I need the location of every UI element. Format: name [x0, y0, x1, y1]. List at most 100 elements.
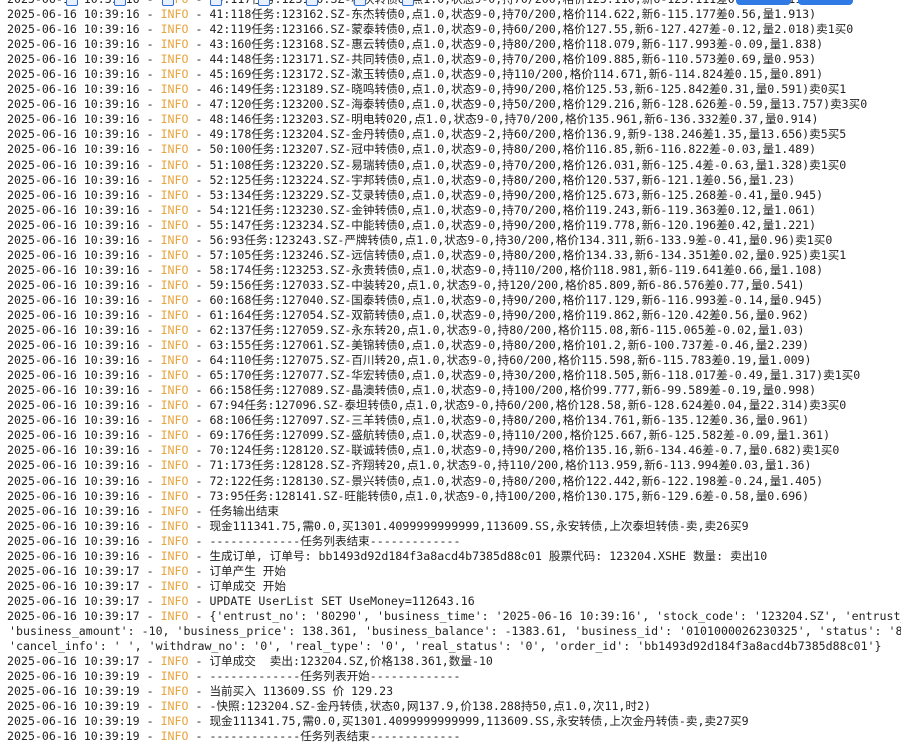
- log-line: 2025-06-16 10:39:17 - INFO - 订单成交 卖出:123…: [7, 654, 493, 669]
- log-level: INFO: [161, 0, 189, 6]
- log-continuation: 'cancel_info': ' ', 'withdraw_no': '0', …: [9, 639, 882, 654]
- log-timestamp: 2025-06-16 10:39:16: [7, 458, 140, 473]
- log-line: 2025-06-16 10:39:16 - INFO - 49:178任务:12…: [7, 127, 847, 142]
- log-level: INFO: [160, 593, 189, 608]
- log-line: 2025-06-16 10:39:16 - INFO - 54:121任务:12…: [7, 202, 817, 217]
- log-message: -------------任务列表结束-------------: [209, 533, 461, 548]
- log-level: INFO: [160, 383, 189, 398]
- log-line: 2025-06-16 10:39:16 - INFO - 61:164任务:12…: [7, 307, 810, 322]
- log-timestamp: 2025-06-16 10:39:16: [7, 127, 140, 142]
- log-timestamp: 2025-06-16 10:39:16: [7, 112, 140, 127]
- log-timestamp: 2025-06-16 10:39:16: [7, 518, 140, 533]
- log-level: INFO: [160, 518, 189, 533]
- log-timestamp: 2025-06-16 10:39:16: [7, 383, 140, 398]
- log-level: INFO: [160, 22, 189, 37]
- log-line: 2025-06-16 10:39:16 - INFO - 68:106任务:12…: [7, 413, 810, 428]
- log-timestamp: 2025-06-16 10:39:16: [7, 187, 140, 202]
- log-message: 47:120任务:123200.SZ-海泰转债0,点1.0,状态9-0,持50/…: [209, 97, 868, 112]
- log-line: 2025-06-16 10:39:16 - INFO - 59:156任务:12…: [7, 277, 805, 292]
- log-level: INFO: [160, 563, 189, 578]
- log-timestamp: 2025-06-16 10:39:16: [7, 548, 140, 563]
- log-message: 现金111341.75,需0.0,买1301.4099999999999,113…: [209, 518, 749, 533]
- log-timestamp: 2025-06-16 10:39:16: [7, 157, 140, 172]
- log-level: INFO: [160, 112, 189, 127]
- log-level: INFO: [160, 82, 189, 97]
- log-level: INFO: [160, 187, 189, 202]
- log-line: 2025-06-16 10:39:16 - INFO - 42:119任务:12…: [7, 22, 854, 37]
- log-line: 2025-06-16 10:39:16 - INFO - 63:155任务:12…: [7, 338, 810, 353]
- log-message: 42:119任务:123166.SZ-蒙泰转债0,点1.0,状态9-0,持60/…: [209, 22, 854, 37]
- log-message: 41:118任务:123162.SZ-东杰转债0,点1.0,状态9-0,持70/…: [209, 7, 817, 22]
- log-line: 2025-06-16 10:39:16 - INFO - 53:134任务:12…: [7, 187, 824, 202]
- log-level: INFO: [160, 202, 189, 217]
- log-message: 44:148任务:123171.SZ-共同转债0,点1.0,状态9-0,持70/…: [209, 52, 817, 67]
- log-level: INFO: [160, 473, 189, 488]
- log-continuation: 'business_amount': -10, 'business_price'…: [9, 623, 901, 638]
- log-timestamp: 2025-06-16 10:39:16: [7, 232, 140, 247]
- log-level: INFO: [160, 323, 189, 338]
- log-level: INFO: [160, 503, 189, 518]
- log-line: 2025-06-16 10:39:16 - INFO - 50:100任务:12…: [7, 142, 817, 157]
- log-line: 2025-06-16 10:39:16 - INFO - 46:149任务:12…: [7, 82, 847, 97]
- log-level: INFO: [160, 172, 189, 187]
- log-level: INFO: [160, 654, 189, 669]
- log-message: 46:149任务:123189.SZ-晓鸣转债0,点1.0,状态9-0,持90/…: [209, 82, 847, 97]
- log-level: INFO: [160, 458, 189, 473]
- log-line: 2025-06-16 10:39:16 - INFO - 现金111341.75…: [7, 518, 749, 533]
- log-line: 2025-06-16 10:39:16 - INFO - 47:120任务:12…: [7, 97, 868, 112]
- log-message: 67:94任务:127096.SZ-泰坦转债0,点1.0,状态9-0,持60/2…: [209, 398, 847, 413]
- log-line: 2025-06-16 10:39:16 - INFO - 67:94任务:127…: [7, 398, 847, 413]
- log-message: 58:174任务:123253.SZ-永贵转债0,点1.0,状态9-0,持110…: [209, 262, 824, 277]
- log-timestamp: 2025-06-16 10:39:19: [7, 699, 140, 714]
- log-level: INFO: [160, 157, 189, 172]
- log-line: 2025-06-16 10:39:17 - INFO - {'entrust_n…: [0, 609, 901, 624]
- log-level: INFO: [160, 413, 189, 428]
- log-line: 2025-06-16 10:39:16 - INFO - -----------…: [7, 533, 461, 548]
- log-timestamp: 2025-06-16 10:39:16: [7, 398, 140, 413]
- log-level: INFO: [160, 142, 189, 157]
- log-line: 2025-06-16 10:39:16 - INFO - 65:170任务:12…: [7, 368, 861, 383]
- log-output: 2025-06-16 10:39:16 - INFO - 40:117任务:12…: [0, 0, 901, 744]
- log-line: 2025-06-16 10:39:16 - INFO - 60:168任务:12…: [7, 292, 824, 307]
- log-message: 48:146任务:123203.SZ-明电转020,点1.0,状态9-0,持70…: [209, 112, 819, 127]
- log-level: INFO: [160, 97, 189, 112]
- log-timestamp: 2025-06-16 10:39:16: [7, 22, 140, 37]
- log-message: 54:121任务:123230.SZ-金钟转债0,点1.0,状态9-0,持70/…: [209, 202, 817, 217]
- log-message: 73:95任务:128141.SZ-旺能转债0,点1.0,状态9-0,持100/…: [209, 488, 810, 503]
- log-message: -快照:123204.SZ-金丹转债,状态0,网137.9,价138.288持5…: [209, 699, 651, 714]
- log-message: 60:168任务:127040.SZ-国泰转债0,点1.0,状态9-0,持90/…: [209, 292, 824, 307]
- log-line: 2025-06-16 10:39:16 - INFO - 52:125任务:12…: [7, 172, 796, 187]
- log-timestamp: 2025-06-16 10:39:16: [7, 428, 140, 443]
- log-timestamp: 2025-06-16 10:39:19: [7, 669, 140, 684]
- log-timestamp: 2025-06-16 10:39:19: [7, 729, 140, 744]
- log-message: 任务输出结束: [209, 503, 280, 518]
- log-timestamp: 2025-06-16 10:39:16: [7, 368, 140, 383]
- log-message: 56:93任务:123243.SZ-严牌转债0,点1.0,状态9-0,持30/2…: [209, 232, 833, 247]
- log-line: 2025-06-16 10:39:16 - INFO - 66:158任务:12…: [7, 383, 817, 398]
- log-line: 2025-06-16 10:39:16 - INFO - 48:146任务:12…: [7, 112, 819, 127]
- log-line: 2025-06-16 10:39:17 - INFO - 订单产生 开始: [7, 563, 286, 578]
- log-line: 2025-06-16 10:39:16 - INFO - 生成订单, 订单号: …: [7, 548, 768, 563]
- log-line: 'business_amount': -10, 'business_price'…: [0, 624, 901, 639]
- log-timestamp: 2025-06-16 10:39:16: [7, 97, 140, 112]
- log-timestamp: 2025-06-16 10:39:16: [7, 247, 140, 262]
- log-level: INFO: [160, 699, 189, 714]
- log-line: 2025-06-16 10:39:16 - INFO - 69:176任务:12…: [7, 428, 831, 443]
- log-line: 2025-06-16 10:39:16 - INFO - 40:117任务:12…: [0, 0, 901, 7]
- log-line: 2025-06-16 10:39:16 - INFO - 70:124任务:12…: [7, 443, 840, 458]
- log-level: INFO: [160, 729, 189, 744]
- log-message: 现金111341.75,需0.0,买1301.4099999999999,113…: [209, 714, 749, 729]
- log-message: 49:178任务:123204.SZ-金丹转债0,点1.0,状态9-2,持60/…: [209, 127, 847, 142]
- log-line: 2025-06-16 10:39:16 - INFO - 41:118任务:12…: [7, 7, 817, 22]
- log-message: 订单成交 开始: [209, 578, 286, 593]
- log-timestamp: 2025-06-16 10:39:16: [7, 217, 140, 232]
- log-message: 50:100任务:123207.SZ-冠中转债0,点1.0,状态9-0,持80/…: [209, 142, 817, 157]
- log-level: INFO: [160, 7, 189, 22]
- log-line: 2025-06-16 10:39:16 - INFO - 73:95任务:128…: [7, 488, 810, 503]
- log-timestamp: 2025-06-16 10:39:16: [7, 172, 140, 187]
- log-message: 57:105任务:123246.SZ-远信转债0,点1.0,状态9-0,持80/…: [209, 247, 847, 262]
- log-level: INFO: [160, 443, 189, 458]
- log-timestamp: 2025-06-16 10:39:16: [7, 202, 140, 217]
- log-message: UPDATE UserList SET UseMoney=112643.16: [209, 593, 475, 608]
- log-line: 2025-06-16 10:39:16 - INFO - 56:93任务:123…: [7, 232, 833, 247]
